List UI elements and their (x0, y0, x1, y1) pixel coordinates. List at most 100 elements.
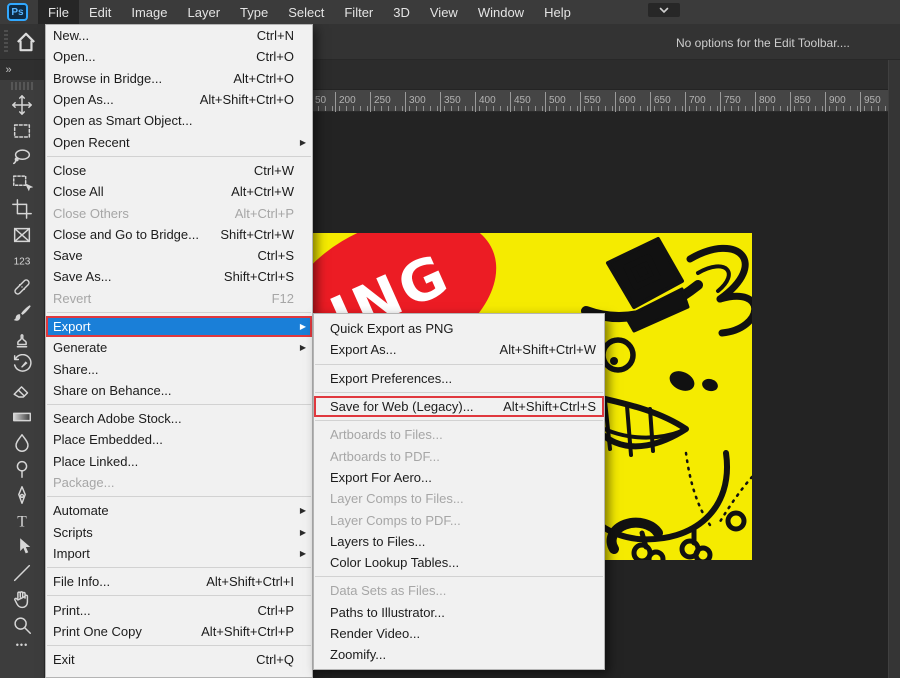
menu-select[interactable]: Select (278, 0, 334, 24)
export-submenu-item-layer-comps-to-pdf[interactable]: Layer Comps to PDF... (314, 509, 604, 530)
menu-bar: Ps FileEditImageLayerTypeSelectFilter3DV… (0, 0, 900, 24)
menu-view[interactable]: View (420, 0, 468, 24)
menu-item-label: Open Recent (53, 135, 294, 150)
menu-edit[interactable]: Edit (79, 0, 121, 24)
path-selection-tool[interactable] (9, 534, 35, 560)
spot-healing-brush-tool[interactable] (9, 274, 35, 300)
export-submenu-item-data-sets-as-files[interactable]: Data Sets as Files... (314, 580, 604, 601)
menu-item-shortcut: Shift+Ctrl+S (224, 269, 294, 284)
line-icon (11, 562, 33, 584)
menu-item-shortcut: F12 (272, 291, 294, 306)
export-submenu-item-export-preferences[interactable]: Export Preferences... (314, 368, 604, 389)
file-menu-item-save-as[interactable]: Save As...Shift+Ctrl+S (46, 266, 312, 287)
zoom-tool[interactable] (9, 612, 35, 638)
dodge-tool[interactable] (9, 456, 35, 482)
frame-tool[interactable] (9, 222, 35, 248)
file-menu-item-open-as[interactable]: Open As...Alt+Shift+Ctrl+O (46, 89, 312, 110)
file-menu-item-place-linked[interactable]: Place Linked... (46, 451, 312, 472)
file-menu-item-close[interactable]: CloseCtrl+W (46, 160, 312, 181)
clone-stamp-tool[interactable] (9, 326, 35, 352)
menu-item-label: Generate (53, 340, 294, 355)
export-submenu-item-layers-to-files[interactable]: Layers to Files... (314, 531, 604, 552)
export-submenu-item-export-for-aero[interactable]: Export For Aero... (314, 467, 604, 488)
object-selection-tool[interactable] (9, 170, 35, 196)
menu-file[interactable]: File (38, 0, 79, 24)
export-submenu-item-layer-comps-to-files[interactable]: Layer Comps to Files... (314, 488, 604, 509)
line-tool[interactable] (9, 560, 35, 586)
eraser-tool[interactable] (9, 378, 35, 404)
crop-tool[interactable] (9, 196, 35, 222)
menu-help[interactable]: Help (534, 0, 581, 24)
file-menu-item-place-embedded[interactable]: Place Embedded... (46, 429, 312, 450)
type-tool[interactable]: T (9, 508, 35, 534)
export-submenu-item-zoomify[interactable]: Zoomify... (314, 644, 604, 665)
file-menu-item-package[interactable]: Package... (46, 472, 312, 493)
menu-filter[interactable]: Filter (334, 0, 383, 24)
home-button[interactable] (13, 29, 39, 55)
file-menu-item-browse-in-bridge[interactable]: Browse in Bridge...Alt+Ctrl+O (46, 68, 312, 89)
menu-item-label: Export (53, 319, 294, 334)
menu-item-label: Layers to Files... (330, 534, 596, 549)
file-menu-item-exit[interactable]: ExitCtrl+Q (46, 649, 312, 670)
svg-text:T: T (17, 514, 27, 531)
export-submenu-item-render-video[interactable]: Render Video... (314, 623, 604, 644)
rectangular-marquee-tool[interactable] (9, 118, 35, 144)
export-submenu-item-artboards-to-pdf[interactable]: Artboards to PDF... (314, 445, 604, 466)
menu-window[interactable]: Window (468, 0, 534, 24)
menu-layer[interactable]: Layer (178, 0, 231, 24)
export-submenu: Quick Export as PNGExport As...Alt+Shift… (313, 313, 605, 670)
ruler-label: 600 (615, 92, 636, 112)
file-menu-item-open-as-smart-object[interactable]: Open as Smart Object... (46, 110, 312, 131)
file-menu-item-open-recent[interactable]: Open Recent▶ (46, 131, 312, 152)
file-menu-item-close-and-go-to-bridge[interactable]: Close and Go to Bridge...Shift+Ctrl+W (46, 224, 312, 245)
edit-toolbar-button[interactable]: ••• (16, 640, 28, 650)
export-submenu-item-export-as[interactable]: Export As...Alt+Shift+Ctrl+W (314, 339, 604, 360)
file-menu-item-generate[interactable]: Generate▶ (46, 337, 312, 358)
export-submenu-item-quick-export-as-png[interactable]: Quick Export as PNG (314, 318, 604, 339)
chevron-down-icon (659, 7, 669, 14)
export-submenu-item-save-for-web-legacy[interactable]: Save for Web (Legacy)...Alt+Shift+Ctrl+S (314, 396, 604, 417)
export-submenu-item-artboards-to-files[interactable]: Artboards to Files... (314, 424, 604, 445)
move-tool[interactable] (9, 92, 35, 118)
file-menu-item-open[interactable]: Open...Ctrl+O (46, 46, 312, 67)
file-menu-item-share-on-behance[interactable]: Share on Behance... (46, 380, 312, 401)
menu-image[interactable]: Image (121, 0, 177, 24)
workspace-chevron-button[interactable] (648, 3, 680, 17)
export-submenu-item-paths-to-illustrator[interactable]: Paths to Illustrator... (314, 602, 604, 623)
menu-3d[interactable]: 3D (383, 0, 420, 24)
menu-item-label: Search Adobe Stock... (53, 411, 294, 426)
ruler-label: 550 (580, 92, 601, 112)
hand-tool[interactable] (9, 586, 35, 612)
file-menu-item-close-all[interactable]: Close AllAlt+Ctrl+W (46, 181, 312, 202)
toolbox-grip (11, 82, 33, 90)
file-menu-item-automate[interactable]: Automate▶ (46, 500, 312, 521)
menu-item-label: Paths to Illustrator... (330, 605, 596, 620)
file-menu-item-share[interactable]: Share... (46, 358, 312, 379)
file-menu-item-close-others[interactable]: Close OthersAlt+Ctrl+P (46, 202, 312, 223)
file-menu-item-new[interactable]: New...Ctrl+N (46, 25, 312, 46)
file-menu-item-print-one-copy[interactable]: Print One CopyAlt+Shift+Ctrl+P (46, 621, 312, 642)
file-menu-item-export[interactable]: Export▶ (46, 316, 312, 337)
file-menu-item-revert[interactable]: RevertF12 (46, 288, 312, 309)
gradient-tool[interactable] (9, 404, 35, 430)
blur-tool[interactable] (9, 430, 35, 456)
file-menu-item-print[interactable]: Print...Ctrl+P (46, 599, 312, 620)
export-submenu-item-color-lookup-tables[interactable]: Color Lookup Tables... (314, 552, 604, 573)
dodge-icon (11, 458, 33, 480)
file-menu-item-import[interactable]: Import▶ (46, 543, 312, 564)
collapse-toolbox-button[interactable]: » (0, 60, 45, 80)
menu-item-shortcut: Alt+Shift+Ctrl+P (201, 624, 294, 639)
file-menu-item-save[interactable]: SaveCtrl+S (46, 245, 312, 266)
lasso-tool[interactable] (9, 144, 35, 170)
menu-item-label: Artboards to Files... (330, 427, 596, 442)
history-brush-tool[interactable] (9, 352, 35, 378)
count-tool[interactable]: 123 (9, 248, 35, 274)
file-menu-item-search-adobe-stock[interactable]: Search Adobe Stock... (46, 408, 312, 429)
pen-tool[interactable] (9, 482, 35, 508)
file-menu-item-scripts[interactable]: Scripts▶ (46, 522, 312, 543)
menu-type[interactable]: Type (230, 0, 278, 24)
photoshop-logo: Ps (7, 3, 28, 21)
menu-item-label: Automate (53, 503, 294, 518)
file-menu-item-file-info[interactable]: File Info...Alt+Shift+Ctrl+I (46, 571, 312, 592)
brush-tool[interactable] (9, 300, 35, 326)
